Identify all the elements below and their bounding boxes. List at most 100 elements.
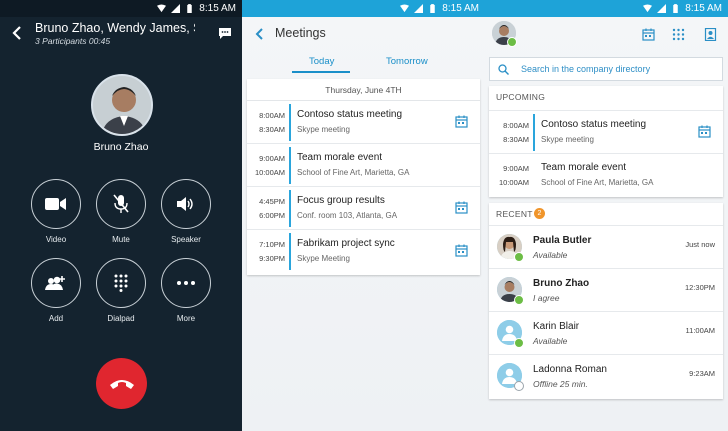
signal-icon xyxy=(414,4,424,13)
add-button[interactable] xyxy=(31,258,81,308)
contact-status: I agree xyxy=(533,293,560,303)
dialpad-icon xyxy=(114,274,128,292)
dialpad-label: Dialpad xyxy=(107,314,135,323)
mute-button[interactable] xyxy=(96,179,146,229)
meeting-accent-bar xyxy=(289,233,291,270)
recent-item[interactable]: Bruno Zhao I agree 12:30PM xyxy=(489,268,723,311)
meeting-accent-bar xyxy=(533,114,535,151)
speaker-label: Speaker xyxy=(171,235,201,244)
tab-today[interactable]: Today xyxy=(309,56,334,67)
directory-search[interactable]: Search in the company directory xyxy=(489,57,723,81)
meeting-location: Skype Meeting xyxy=(297,254,350,263)
join-meeting-icon[interactable] xyxy=(698,125,711,138)
contact-status: Offline 25 min. xyxy=(533,379,588,389)
meeting-start: 8:00AM xyxy=(503,121,529,130)
recent-item[interactable]: Ladonna Roman Offline 25 min. 9:23AM xyxy=(489,354,723,397)
clock: 8:15 AM xyxy=(442,3,479,14)
speaker-icon xyxy=(177,197,193,211)
contact-time: 12:30PM xyxy=(684,283,715,292)
page-title: Meetings xyxy=(275,26,326,40)
meeting-accent-bar xyxy=(289,104,291,141)
status-bar: 8:15 AM xyxy=(0,0,242,17)
meeting-title: Team morale event xyxy=(297,152,383,163)
recent-card: RECENT 2 Paula Butler Available Just now… xyxy=(489,203,723,399)
meetings-header: Meetings xyxy=(242,17,485,51)
dialpad-icon[interactable] xyxy=(672,28,685,41)
meeting-location: School of Fine Art, Marietta, GA xyxy=(541,178,654,187)
video-icon xyxy=(45,198,66,210)
mute-label: Mute xyxy=(112,235,130,244)
call-header: Bruno Zhao, Wendy James, Ser ... 3 Parti… xyxy=(0,17,242,51)
meeting-end: 6:00PM xyxy=(259,211,285,220)
meeting-title: Contoso status meeting xyxy=(297,109,403,120)
contact-name: Karin Blair xyxy=(533,321,580,332)
dialpad-button[interactable] xyxy=(96,258,146,308)
contact-time: 9:23AM xyxy=(689,369,715,378)
speaker-button[interactable] xyxy=(161,179,211,229)
meeting-start: 4:45PM xyxy=(259,197,285,206)
presence-indicator xyxy=(514,295,524,305)
meeting-item[interactable]: 7:10PM 9:30PM Fabrikam project sync Skyp… xyxy=(247,230,480,273)
upcoming-item[interactable]: 8:00AM 8:30AM Contoso status meeting Sky… xyxy=(489,110,723,153)
back-arrow-icon[interactable] xyxy=(255,28,263,40)
meeting-start: 9:00AM xyxy=(259,154,285,163)
battery-icon xyxy=(673,4,679,13)
meeting-item[interactable]: 9:00AM 10:00AM Team morale event School … xyxy=(247,144,480,187)
chat-icon[interactable] xyxy=(218,27,232,40)
meetings-icon[interactable] xyxy=(642,28,655,41)
contact-name: Bruno Zhao xyxy=(533,278,590,289)
status-bar: 8:15 AM xyxy=(485,0,728,17)
meeting-accent-bar xyxy=(289,190,291,227)
meeting-location: School of Fine Art, Marietta, GA xyxy=(297,168,410,177)
search-icon xyxy=(498,64,509,75)
signal-icon xyxy=(657,4,667,13)
meeting-item[interactable]: 8:00AM 8:30AM Contoso status meeting Sky… xyxy=(247,101,480,144)
presence-indicator xyxy=(514,338,524,348)
meeting-end: 10:00AM xyxy=(498,178,529,187)
meeting-start: 8:00AM xyxy=(259,111,285,120)
recent-heading: RECENT xyxy=(496,209,533,219)
contact-name: Paula Butler xyxy=(533,235,592,246)
video-label: Video xyxy=(45,235,67,244)
more-label: More xyxy=(176,314,196,323)
meeting-end: 8:30AM xyxy=(259,125,285,134)
join-meeting-icon[interactable] xyxy=(455,244,468,257)
meeting-title: Fabrikam project sync xyxy=(297,238,395,249)
hang-up-button[interactable] xyxy=(96,358,147,409)
meetings-list: Thursday, June 4TH 8:00AM 8:30AM Contoso… xyxy=(247,79,480,275)
meeting-title: Contoso status meeting xyxy=(541,119,647,130)
call-panel: 8:15 AM Bruno Zhao, Wendy James, Ser ...… xyxy=(0,0,242,431)
clock: 8:15 AM xyxy=(199,3,236,14)
upcoming-heading: UPCOMING xyxy=(496,92,546,102)
upcoming-item[interactable]: 9:00AM 10:00AM Team morale event School … xyxy=(489,153,723,196)
meeting-location: Skype meeting xyxy=(541,135,594,144)
day-tabs: Today Tomorrow xyxy=(242,54,485,73)
caller-avatar xyxy=(91,74,153,136)
recent-item[interactable]: Paula Butler Available Just now xyxy=(489,225,723,268)
status-bar: 8:15 AM xyxy=(242,0,485,17)
battery-icon xyxy=(187,4,193,13)
back-arrow-icon[interactable] xyxy=(11,26,23,40)
contacts-icon[interactable] xyxy=(704,28,717,41)
meeting-title: Team morale event xyxy=(541,162,627,173)
recent-item[interactable]: Karin Blair Available 11:00AM xyxy=(489,311,723,354)
contact-time: Just now xyxy=(685,240,715,249)
contact-status: Available xyxy=(533,336,568,346)
recent-count-badge: 2 xyxy=(534,208,545,219)
wifi-icon xyxy=(400,4,410,13)
battery-icon xyxy=(430,4,436,13)
my-presence-indicator xyxy=(507,37,517,47)
phone-hangup-icon xyxy=(109,379,134,389)
video-button[interactable] xyxy=(31,179,81,229)
meeting-item[interactable]: 4:45PM 6:00PM Focus group results Conf. … xyxy=(247,187,480,230)
meeting-location: Conf. room 103, Atlanta, GA xyxy=(297,211,398,220)
call-participants: 3 Participants 00:45 xyxy=(35,36,111,46)
active-tab-indicator xyxy=(292,71,350,73)
more-button[interactable] xyxy=(161,258,211,308)
join-meeting-icon[interactable] xyxy=(455,201,468,214)
contact-time: 11:00AM xyxy=(685,326,715,335)
search-placeholder: Search in the company directory xyxy=(521,64,651,74)
join-meeting-icon[interactable] xyxy=(455,115,468,128)
tab-tomorrow[interactable]: Tomorrow xyxy=(386,56,428,67)
presence-indicator xyxy=(514,381,524,391)
